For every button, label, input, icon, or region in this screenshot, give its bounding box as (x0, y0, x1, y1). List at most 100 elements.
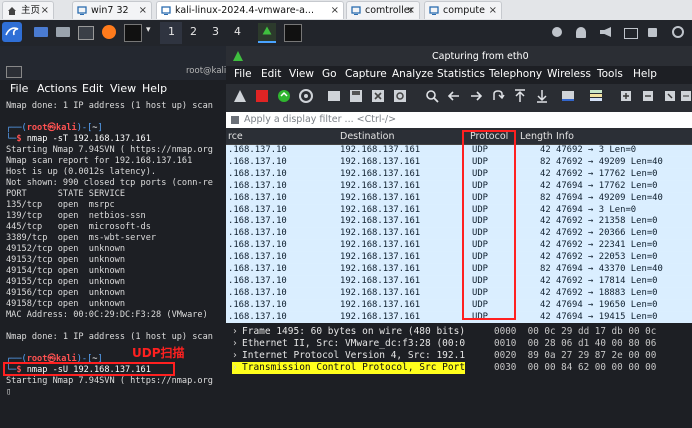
close-icon[interactable]: × (41, 2, 49, 19)
packet-details-pane[interactable]: › Frame 1495: 60 bytes on wire (480 bits)… (226, 323, 490, 428)
restart-capture-icon[interactable] (276, 88, 292, 104)
menu-analyze[interactable]: Analyze (392, 68, 433, 80)
chevron-down-icon[interactable]: ▾ (146, 25, 151, 35)
forward-arrow-icon[interactable] (468, 88, 484, 104)
menu-help[interactable]: Help (633, 68, 657, 80)
workspace-4[interactable]: 4 (234, 25, 241, 38)
menu-statistics[interactable]: Statistics (437, 68, 485, 80)
kali-menu-icon[interactable] (2, 22, 22, 42)
display-filter-bar[interactable]: Apply a display filter ... <Ctrl-/> (226, 112, 692, 128)
desktop-icon[interactable] (34, 27, 48, 37)
firefox-icon[interactable] (102, 25, 116, 39)
stop-capture-icon[interactable] (254, 88, 270, 104)
detail-ip[interactable]: › Internet Protocol Version 4, Src: 192.1 (232, 350, 465, 362)
column-info[interactable]: Info (556, 131, 574, 142)
packet-row[interactable]: .168.137.10 192.168.137.161 UDP 42 47692 → 1… (226, 287, 692, 299)
menu-file[interactable]: File (10, 82, 28, 95)
back-arrow-icon[interactable] (446, 88, 462, 104)
volume-icon[interactable] (600, 27, 611, 37)
resize-columns-icon[interactable] (678, 88, 692, 104)
jump-to-packet-icon[interactable] (490, 88, 506, 104)
workspace-2[interactable]: 2 (190, 25, 197, 38)
packet-row[interactable]: .168.137.10 192.168.137.161 UDP 42 47694 → 1… (226, 311, 692, 323)
packet-row[interactable]: .168.137.10 192.168.137.161 UDP 82 47692 → 4… (226, 156, 692, 168)
terminal-icon[interactable] (78, 26, 94, 40)
gear-icon[interactable] (298, 88, 314, 104)
battery-icon[interactable] (624, 28, 638, 39)
column-source[interactable]: rce (228, 131, 243, 142)
detail-frame[interactable]: › Frame 1495: 60 bytes on wire (480 bits) (232, 326, 465, 338)
menu-view[interactable]: View (110, 82, 136, 95)
file-manager-icon[interactable] (56, 27, 70, 37)
notification-icon[interactable] (552, 27, 562, 37)
packet-row[interactable]: .168.137.10 192.168.137.161 UDP 42 47692 → 2… (226, 240, 692, 252)
packet-row[interactable]: .168.137.10 192.168.137.161 UDP 42 47692 → 2… (226, 216, 692, 228)
terminal-launcher-icon[interactable] (124, 24, 142, 42)
packet-row[interactable]: .168.137.10 192.168.137.161 UDP 42 47692 → 1… (226, 168, 692, 180)
packet-row[interactable]: .168.137.10 192.168.137.161 UDP 82 47694 → 4… (226, 192, 692, 204)
lock-icon[interactable] (648, 28, 657, 37)
packet-row[interactable]: .168.137.10 192.168.137.161 UDP 42 47692 → 2… (226, 252, 692, 264)
menu-help[interactable]: Help (142, 82, 167, 95)
open-file-icon[interactable] (326, 88, 342, 104)
wireshark-taskbar-icon[interactable] (258, 23, 276, 43)
power-icon[interactable] (672, 26, 684, 38)
tab-kali-linux[interactable]: kali-linux-2024.4-vmware-a... × (156, 1, 344, 19)
last-packet-icon[interactable] (534, 88, 550, 104)
cell-destination: 192.168.137.161 (340, 252, 421, 263)
menu-go[interactable]: Go (322, 68, 337, 80)
menu-actions[interactable]: Actions (37, 82, 77, 95)
tab-win7[interactable]: win7 32 × (72, 1, 152, 19)
packet-row[interactable]: .168.137.10 192.168.137.161 UDP 42 47692 → 1… (226, 275, 692, 287)
zoom-in-icon[interactable] (618, 88, 634, 104)
close-icon[interactable]: × (331, 2, 339, 19)
detail-tcp[interactable]: › Transmission Control Protocol, Src Port (232, 362, 466, 374)
column-destination[interactable]: Destination (340, 131, 395, 142)
tab-home[interactable]: 主页 × (2, 1, 54, 19)
menu-file[interactable]: File (234, 68, 252, 80)
kali-top-panel: ▾ 1 2 3 4 (0, 20, 692, 46)
packet-list[interactable]: .168.137.10 192.168.137.161 UDP 42 47692 → 3… (226, 145, 692, 323)
menu-edit[interactable]: Edit (261, 68, 281, 80)
close-icon[interactable]: × (407, 2, 415, 19)
detail-ethernet[interactable]: › Ethernet II, Src: VMware_dc:f3:28 (00:0 (232, 338, 465, 350)
packet-row[interactable]: .168.137.10 192.168.137.161 UDP 42 47692 → 3… (226, 145, 692, 156)
display-filter-input[interactable]: Apply a display filter ... <Ctrl-/> (244, 114, 396, 125)
close-icon[interactable]: × (489, 2, 497, 19)
packet-row[interactable]: .168.137.10 192.168.137.161 UDP 42 47694 → 1… (226, 299, 692, 311)
search-icon[interactable] (424, 88, 440, 104)
close-icon[interactable]: × (139, 2, 147, 19)
workspace-1[interactable]: 1 (168, 25, 175, 38)
normal-size-icon[interactable] (662, 88, 678, 104)
wireshark-titlebar[interactable]: Capturing from eth0 (226, 46, 692, 66)
first-packet-icon[interactable] (512, 88, 528, 104)
wireshark-window[interactable]: Capturing from eth0 File Edit View Go Ca… (226, 46, 692, 428)
packet-row[interactable]: .168.137.10 192.168.137.161 UDP 82 47694 → 4… (226, 264, 692, 275)
zoom-out-icon[interactable] (640, 88, 656, 104)
menu-edit[interactable]: Edit (82, 82, 103, 95)
packet-row[interactable]: .168.137.10 192.168.137.161 UDP 42 47692 → 2… (226, 228, 692, 240)
bell-icon[interactable] (576, 27, 586, 38)
menu-view[interactable]: View (289, 68, 314, 80)
terminal-taskbar-icon[interactable] (284, 24, 302, 42)
terminal-titlebar[interactable]: root@kali (0, 46, 226, 80)
save-file-icon[interactable] (348, 88, 364, 104)
reload-icon[interactable] (392, 88, 408, 104)
packet-bytes-pane[interactable]: 0000 00 0c 29 dd 17 db 00 0c 0010 00 28 … (490, 323, 692, 428)
colorize-icon[interactable] (588, 88, 604, 104)
packet-row[interactable]: .168.137.10 192.168.137.161 UDP 42 47694 → 3… (226, 204, 692, 216)
bookmark-icon[interactable] (230, 115, 240, 125)
workspace-3[interactable]: 3 (212, 25, 219, 38)
menu-telephony[interactable]: Telephony (489, 68, 542, 80)
close-file-icon[interactable] (370, 88, 386, 104)
menu-tools[interactable]: Tools (597, 68, 623, 80)
tab-comtroller[interactable]: comtroller × (346, 1, 420, 19)
tab-compute[interactable]: compute × (424, 1, 502, 19)
menu-capture[interactable]: Capture (345, 68, 387, 80)
menu-wireless[interactable]: Wireless (547, 68, 591, 80)
column-length[interactable]: Length (520, 131, 553, 142)
packet-row[interactable]: .168.137.10 192.168.137.161 UDP 42 47694 → 1… (226, 180, 692, 192)
autoscroll-icon[interactable] (560, 88, 576, 104)
start-capture-icon[interactable] (232, 88, 248, 104)
cell-info: 47692 → 49209 Len=40 (556, 156, 663, 167)
